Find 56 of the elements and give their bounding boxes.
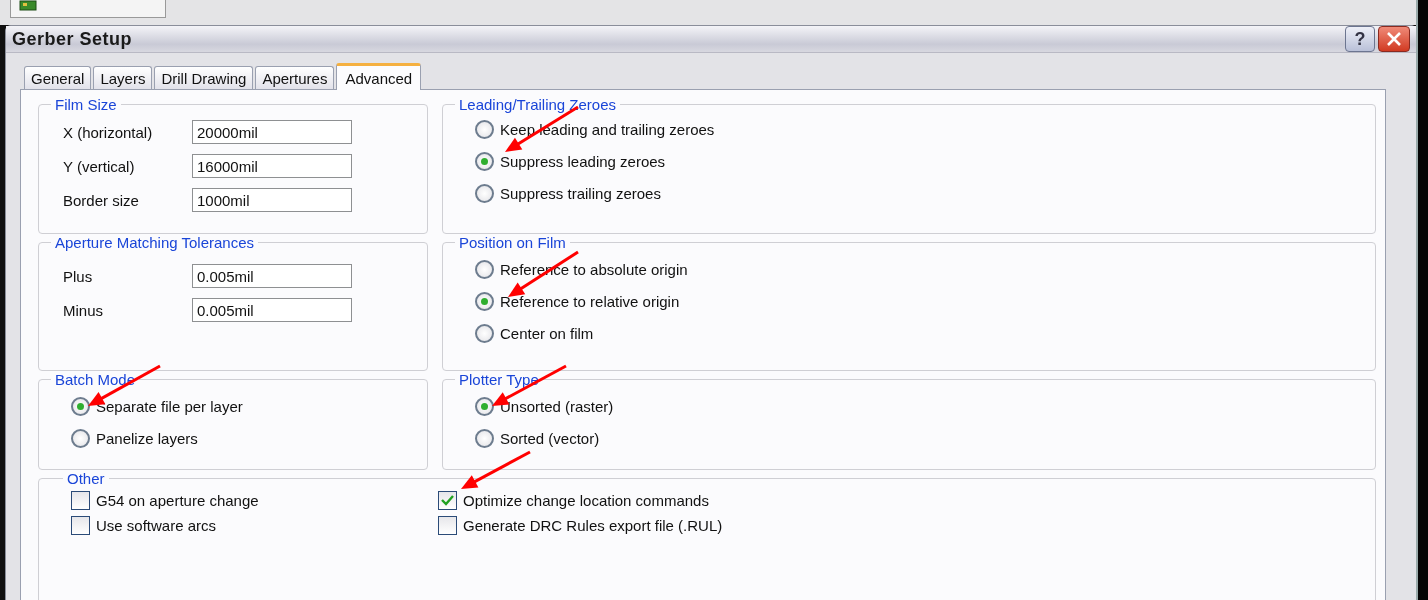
close-button[interactable] <box>1378 26 1410 52</box>
tab[interactable]: Apertures <box>255 66 335 89</box>
option-label: Generate DRC Rules export file (.RUL) <box>463 517 723 534</box>
option-label: Sorted (vector) <box>500 429 600 447</box>
input-field[interactable]: 20000mil <box>192 120 352 144</box>
group-title: Batch Mode <box>54 371 137 388</box>
radio-button[interactable] <box>475 428 494 448</box>
radio-button[interactable] <box>475 291 494 311</box>
option-label: Separate file per layer <box>96 397 243 415</box>
arrow-annotation <box>461 450 531 489</box>
tab[interactable]: Drill Drawing <box>154 66 254 89</box>
radio-button[interactable] <box>475 323 494 343</box>
group-title: Aperture Matching Tolerances <box>54 234 255 251</box>
radio-button[interactable] <box>71 396 90 416</box>
checkbox[interactable] <box>438 491 457 510</box>
option-label: Reference to relative origin <box>500 292 680 310</box>
option-label: Panelize layers <box>96 429 198 447</box>
window-title: Gerber Setup <box>12 28 133 50</box>
tab[interactable]: Layers <box>93 66 153 89</box>
group-title: Plotter Type <box>458 371 540 388</box>
option-label: Use software arcs <box>96 517 217 534</box>
input-field[interactable]: 0.005mil <box>192 264 352 288</box>
input-field[interactable]: 0.005mil <box>192 298 352 322</box>
radio-button[interactable] <box>71 428 90 448</box>
field-label: Border size <box>62 191 140 209</box>
group-title: Other <box>66 470 106 487</box>
field-label: Plus <box>62 267 94 285</box>
close-icon <box>1386 32 1402 46</box>
group-title: Position on Film <box>458 234 567 251</box>
field-label: X (horizontal) <box>62 123 154 141</box>
radio-button[interactable] <box>475 151 494 171</box>
option-label: Keep leading and trailing zeroes <box>500 120 715 138</box>
radio-button[interactable] <box>475 119 494 139</box>
tab[interactable]: General <box>24 66 92 89</box>
field-label: Minus <box>62 301 104 319</box>
checkbox[interactable] <box>438 516 457 535</box>
radio-button[interactable] <box>475 259 494 279</box>
option-label: Center on film <box>500 324 594 342</box>
option-label: Suppress trailing zeroes <box>500 184 661 202</box>
input-field[interactable]: 16000mil <box>192 154 352 178</box>
checkbox[interactable] <box>71 516 90 535</box>
group-title: Leading/Trailing Zeroes <box>458 96 618 113</box>
option-label: Suppress leading zeroes <box>500 152 666 170</box>
checkbox[interactable] <box>71 491 90 510</box>
board-icon <box>19 0 37 11</box>
group-title: Film Size <box>54 96 118 113</box>
option-label: Optimize change location commands <box>463 492 709 509</box>
help-button[interactable]: ? <box>1345 26 1375 52</box>
tab[interactable]: Advanced <box>336 63 422 90</box>
option-label: Unsorted (raster) <box>500 397 614 415</box>
document-tab[interactable] <box>10 0 166 18</box>
radio-button[interactable] <box>475 396 494 416</box>
input-field[interactable]: 1000mil <box>192 188 352 212</box>
radio-button[interactable] <box>475 183 494 203</box>
option-label: G54 on aperture change <box>96 492 259 509</box>
field-label: Y (vertical) <box>62 157 136 175</box>
